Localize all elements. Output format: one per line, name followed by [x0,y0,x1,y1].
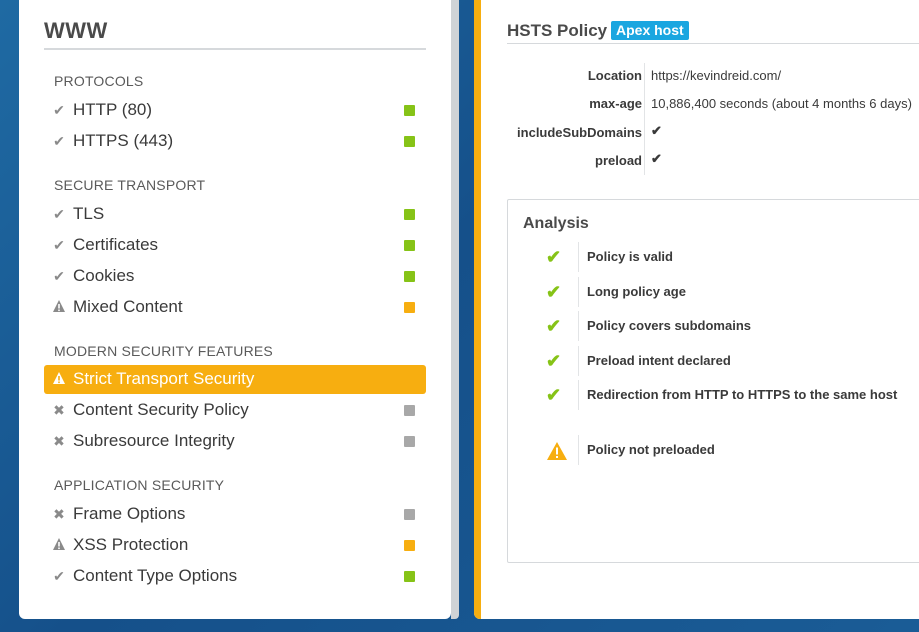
status-indicator-pass [404,105,415,116]
status-indicator-pass [404,271,415,282]
status-indicator-warn [404,540,415,551]
title-divider [507,43,919,44]
report-sidebar: WWW PROTOCOLS ✔ HTTP (80) ✔ HTTPS (443) … [19,0,451,619]
nav-item-http[interactable]: ✔ HTTP (80) [44,96,426,125]
analysis-divider [578,380,579,410]
analysis-box: Analysis ✔ Policy is valid ✔ Long policy… [507,199,919,563]
check-icon: ✔ [546,351,562,371]
nav-item-label: Content Security Policy [73,400,249,419]
detail-panel: HSTS Policy Apex host Location https://k… [474,0,919,619]
nav-item-cookies[interactable]: ✔ Cookies [44,262,426,291]
analysis-text: Long policy age [587,284,686,299]
section-heading-protocols: PROTOCOLS [54,73,144,89]
nav-item-label: Subresource Integrity [73,431,235,450]
nav-item-label: Frame Options [73,504,186,523]
section-heading-modern-security: MODERN SECURITY FEATURES [54,343,273,359]
x-icon: ✖ [53,402,65,418]
field-value: https://kevindreid.com/ [651,68,782,83]
x-icon: ✖ [53,433,65,449]
status-indicator-warn [404,302,415,313]
nav-item-label: Cookies [73,266,135,285]
field-row-preload: preload ✔ [507,146,919,174]
section-heading-secure-transport: SECURE TRANSPORT [54,177,206,193]
check-icon: ✔ [53,206,65,222]
nav-item-subresource-integrity[interactable]: ✖ Subresource Integrity [44,427,426,456]
analysis-item: ✔ Long policy age [508,277,919,307]
check-icon: ✔ [53,268,65,284]
analysis-item: Policy not preloaded [508,435,919,465]
status-indicator-pass [404,240,415,251]
apex-host-badge: Apex host [611,21,689,40]
analysis-divider [578,435,579,465]
warning-icon [546,441,568,460]
field-label: max-age [589,96,642,111]
nav-item-label: Certificates [73,235,159,254]
status-indicator-none [404,405,415,416]
nav-item-mixed-content[interactable]: Mixed Content [44,293,426,322]
nav-item-label: Content Type Options [73,566,238,585]
nav-item-content-security-policy[interactable]: ✖ Content Security Policy [44,396,426,425]
nav-item-label: Mixed Content [73,297,183,316]
analysis-item: ✔ Redirection from HTTP to HTTPS to the … [508,380,919,410]
warning-icon [52,299,66,315]
nav-item-label: TLS [73,204,105,223]
status-accent-bar [474,0,481,619]
warning-icon [52,537,66,553]
detail-title: HSTS Policy [507,21,608,40]
field-value: 10,886,400 seconds (about 4 months 6 day… [651,96,912,111]
status-indicator-none [404,509,415,520]
field-label: includeSubDomains [517,125,642,140]
sidebar-scrollbar[interactable] [451,0,459,619]
analysis-text: Policy not preloaded [587,442,715,457]
field-row-location: Location https://kevindreid.com/ [507,61,919,89]
check-icon: ✔ [651,123,662,138]
nav-item-content-type-options[interactable]: ✔ Content Type Options [44,562,426,591]
field-label: Location [587,68,642,83]
analysis-text: Preload intent declared [587,353,731,368]
check-icon: ✔ [53,133,65,149]
check-icon: ✔ [546,385,562,405]
nav-item-strict-transport-security[interactable]: Strict Transport Security [44,365,426,394]
report-title: WWW [44,18,426,50]
field-label: preload [595,153,642,168]
analysis-divider [578,277,579,307]
analysis-text: Policy is valid [587,249,673,264]
nav-item-label: HTTP (80) [73,100,153,119]
nav-item-tls[interactable]: ✔ TLS [44,200,426,229]
nav-item-xss-protection[interactable]: XSS Protection [44,531,426,560]
section-heading-application-security: APPLICATION SECURITY [54,477,225,493]
analysis-divider [578,346,579,376]
status-indicator-pass [404,571,415,582]
check-icon: ✔ [651,151,662,166]
nav-item-label: Strict Transport Security [73,369,255,388]
nav-item-frame-options[interactable]: ✖ Frame Options [44,500,426,529]
status-indicator-pass [404,136,415,147]
analysis-item: ✔ Policy covers subdomains [508,311,919,341]
check-icon: ✔ [53,568,65,584]
nav-item-label: XSS Protection [73,535,189,554]
analysis-item: ✔ Policy is valid [508,242,919,272]
check-icon: ✔ [53,237,65,253]
analysis-title: Analysis [523,215,589,232]
check-icon: ✔ [546,316,562,336]
analysis-text: Redirection from HTTP to HTTPS to the sa… [587,387,898,402]
analysis-divider [578,242,579,272]
field-row-include-subdomains: includeSubDomains ✔ [507,118,919,146]
check-icon: ✔ [546,282,562,302]
analysis-item: ✔ Preload intent declared [508,346,919,376]
analysis-text: Policy covers subdomains [587,318,752,333]
nav-item-label: HTTPS (443) [73,131,174,150]
status-indicator-none [404,436,415,447]
nav-item-certificates[interactable]: ✔ Certificates [44,231,426,260]
x-icon: ✖ [53,506,65,522]
warning-icon [52,371,66,387]
analysis-divider [578,311,579,341]
check-icon: ✔ [546,247,562,267]
check-icon: ✔ [53,102,65,118]
nav-item-https[interactable]: ✔ HTTPS (443) [44,127,426,156]
field-row-max-age: max-age 10,886,400 seconds (about 4 mont… [507,89,919,117]
status-indicator-pass [404,209,415,220]
